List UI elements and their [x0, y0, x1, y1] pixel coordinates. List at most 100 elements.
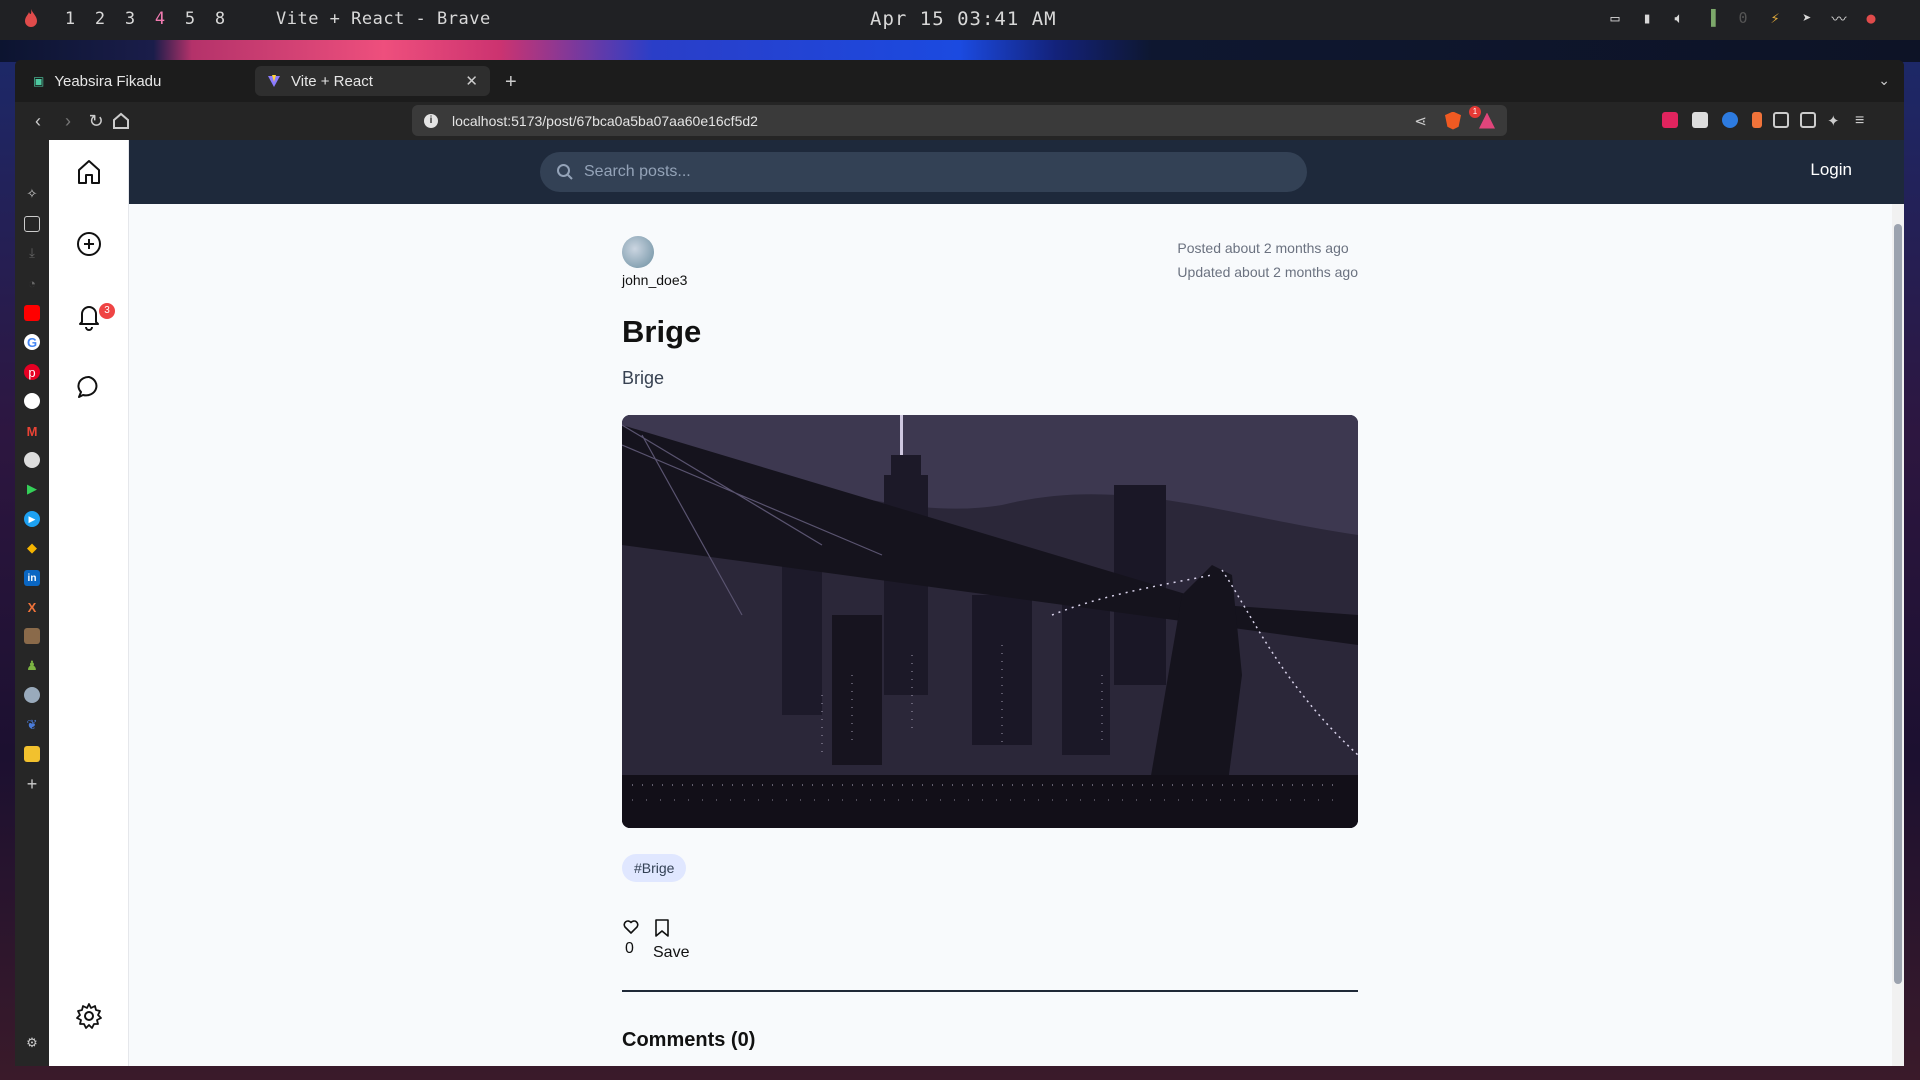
leo-sidebar-icon[interactable]: ✧	[24, 186, 40, 202]
tab-label: Vite + React	[291, 72, 373, 90]
tab-yeabsira[interactable]: ▣ Yeabsira Fikadu	[21, 66, 261, 96]
chat-icon[interactable]	[74, 372, 104, 402]
telegram-icon[interactable]: ➤	[1798, 9, 1816, 27]
downloads-icon[interactable]: ⤓	[24, 245, 40, 261]
posted-time: Posted about 2 months ago	[1177, 240, 1349, 256]
battery-icon[interactable]: ▮	[1638, 9, 1656, 27]
home-icon[interactable]	[110, 110, 132, 132]
chess-icon[interactable]: ♟	[24, 658, 40, 674]
create-post-icon[interactable]	[74, 229, 104, 259]
volume-icon[interactable]: 🔈︎	[1670, 9, 1688, 27]
hashtag-chip[interactable]: #Brige	[622, 854, 687, 882]
tab-vite-react[interactable]: Vite + React ✕	[255, 66, 490, 96]
app-header: Search posts... Login	[129, 140, 1904, 204]
url-text[interactable]: localhost:5173/post/67bca0a5ba07aa60e16c…	[452, 113, 758, 129]
gmail-icon[interactable]: M	[24, 423, 40, 439]
workspace-3[interactable]: 3	[115, 9, 145, 29]
workspace-switcher: 1 2 3 4 5 8	[55, 9, 235, 29]
brave-rewards-icon[interactable]	[1479, 112, 1495, 129]
system-tray: ▭ ▮ 🔈︎ ▐ 0 ⚡︎ ➤ 〰 ●	[1606, 9, 1880, 28]
flame-tray-icon[interactable]: ●	[1862, 9, 1880, 27]
extension-check-icon[interactable]	[1692, 112, 1708, 128]
pinterest-icon[interactable]: p	[24, 364, 40, 380]
workspace-4[interactable]: 4	[145, 9, 175, 29]
extension-orange-icon[interactable]	[1752, 112, 1762, 128]
wave-icon[interactable]: 〰	[1830, 9, 1848, 28]
play-icon[interactable]: ▶	[24, 481, 40, 497]
post-image	[622, 415, 1358, 828]
clock: Apr 15 03:41 AM	[870, 8, 1057, 30]
tab-label: Yeabsira Fikadu	[54, 72, 162, 90]
post-title: Brige	[622, 314, 702, 349]
search-bar[interactable]: Search posts...	[540, 152, 1307, 192]
power-icon[interactable]: ⚡︎	[1766, 9, 1784, 27]
browser-sidebar: ✧ ⤓ ◔ G p M ▶ ▶ ◆ in X ♟ ❦ + ⚙	[15, 140, 49, 1066]
linkedin-icon[interactable]: in	[24, 570, 40, 586]
login-button[interactable]: Login	[1810, 160, 1852, 180]
extension-blue-icon[interactable]	[1722, 112, 1738, 128]
google-icon[interactable]: G	[24, 334, 40, 350]
reading-list-icon[interactable]	[24, 216, 40, 232]
close-tab-icon[interactable]: ✕	[465, 72, 478, 90]
codeforces-icon[interactable]: ◆	[24, 540, 40, 556]
terminal-favicon-icon: ▣	[33, 74, 45, 88]
x-icon[interactable]: X	[24, 599, 40, 615]
workspace-8[interactable]: 8	[205, 9, 235, 29]
app-tray-icon[interactable]: ▐	[1702, 9, 1720, 27]
site-info-icon[interactable]: i	[424, 113, 438, 128]
author-name[interactable]: john_doe3	[622, 272, 687, 288]
sidebar-toggle-icon[interactable]	[1800, 112, 1816, 128]
browser-toolbar: ‹ › ↻ i localhost:5173/post/67bca0a5ba07…	[15, 102, 1904, 140]
reload-icon[interactable]: ↻	[85, 110, 107, 132]
main-content: john_doe3 Posted about 2 months ago Upda…	[129, 204, 1904, 1066]
github-icon[interactable]	[24, 393, 40, 409]
bridge-night-photo	[622, 415, 1358, 828]
heart-icon[interactable]	[622, 918, 640, 936]
brave-shields-icon[interactable]	[1445, 111, 1461, 130]
search-input[interactable]: Search posts...	[584, 163, 691, 181]
add-sidebar-item-icon[interactable]: +	[24, 774, 40, 794]
notification-badge: 3	[99, 303, 115, 319]
back-icon[interactable]: ‹	[27, 110, 49, 132]
workspace-2[interactable]: 2	[85, 9, 115, 29]
scrollbar-thumb[interactable]	[1894, 224, 1902, 984]
bird-icon[interactable]: ❦	[24, 717, 40, 733]
desktop-topbar: 1 2 3 4 5 8 Vite + React - Brave Apr 15 …	[0, 0, 1920, 40]
menu-icon[interactable]: ≡	[1855, 112, 1871, 129]
leo-ai-icon[interactable]: ✦	[1827, 112, 1843, 130]
screen-icon[interactable]: ▭	[1606, 9, 1624, 27]
like-count: 0	[625, 940, 634, 957]
flame-icon	[25, 9, 37, 27]
save-button[interactable]: Save	[653, 944, 689, 962]
workspace-1[interactable]: 1	[55, 9, 85, 29]
pocket-icon[interactable]	[1662, 112, 1678, 128]
profile-photo-icon[interactable]	[24, 628, 40, 644]
address-bar[interactable]: i localhost:5173/post/67bca0a5ba07aa60e1…	[412, 105, 1507, 136]
app-nav: 3	[49, 140, 129, 1066]
chevron-down-icon[interactable]: ⌄	[1878, 72, 1890, 89]
settings-gear-icon[interactable]	[74, 1001, 104, 1031]
post-body: Brige	[622, 368, 665, 388]
avatar[interactable]	[622, 236, 654, 268]
share-icon[interactable]: ⋖	[1414, 112, 1427, 130]
video-play-icon[interactable]: ▶	[24, 511, 40, 527]
history-icon[interactable]: ◔	[24, 275, 40, 291]
zero-indicator-icon[interactable]: 0	[1734, 9, 1752, 27]
divider	[622, 990, 1358, 992]
workspace-5[interactable]: 5	[175, 9, 205, 29]
bookmark-icon[interactable]	[653, 918, 671, 938]
active-window-title: Vite + React - Brave	[276, 9, 491, 29]
home-nav-icon[interactable]	[74, 157, 104, 187]
new-tab-button[interactable]: +	[505, 71, 517, 94]
browser-window: ▣ Yeabsira Fikadu Vite + React ✕ + ⌄ ‹ ›…	[15, 60, 1904, 1066]
chatgpt-icon[interactable]	[24, 452, 40, 468]
updated-time: Updated about 2 months ago	[1177, 264, 1358, 280]
forward-icon[interactable]: ›	[57, 110, 79, 132]
youtube-icon[interactable]	[24, 305, 40, 321]
comments-heading: Comments (0)	[622, 1029, 756, 1051]
globe-icon[interactable]	[24, 687, 40, 703]
image-app-icon[interactable]	[24, 746, 40, 762]
extensions-puzzle-icon[interactable]	[1773, 112, 1789, 128]
scrollbar[interactable]	[1892, 204, 1904, 1066]
sidebar-settings-icon[interactable]: ⚙	[24, 1035, 40, 1051]
